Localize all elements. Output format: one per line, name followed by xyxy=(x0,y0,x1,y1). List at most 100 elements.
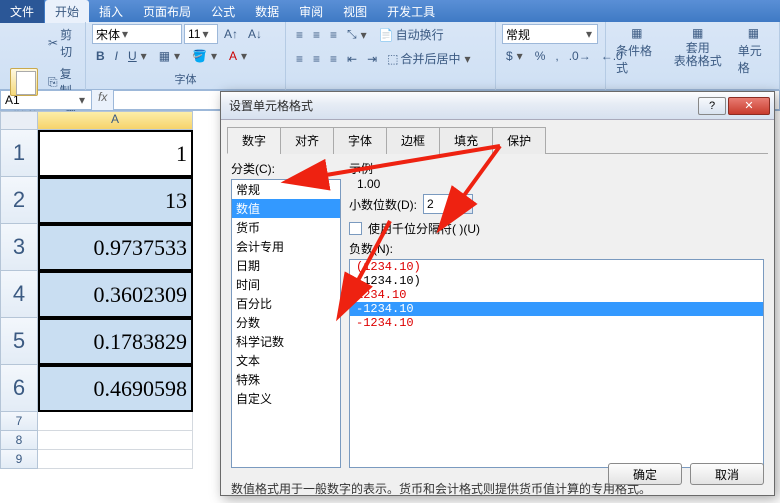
row-header[interactable]: 7 xyxy=(0,412,38,431)
category-item[interactable]: 文本 xyxy=(232,351,340,370)
shrink-font-button[interactable]: A↓ xyxy=(244,25,266,43)
cut-label: 剪切 xyxy=(60,26,77,60)
row-header[interactable]: 8 xyxy=(0,431,38,450)
align-bot-button[interactable]: ≡ xyxy=(326,26,341,44)
cond-format-button[interactable]: ▦条件格式 xyxy=(612,24,662,70)
cell[interactable]: 0.4690598 xyxy=(38,365,193,412)
cell[interactable]: 0.3602309 xyxy=(38,271,193,318)
cell-style-button[interactable]: ▦单元格 xyxy=(734,24,773,70)
bold-button[interactable]: B xyxy=(92,47,109,65)
cell[interactable]: 0.9737533 xyxy=(38,224,193,271)
neg-format-item[interactable]: (1234.10) xyxy=(350,260,763,274)
category-item[interactable]: 日期 xyxy=(232,256,340,275)
row-header[interactable]: 5 xyxy=(0,318,38,365)
category-item[interactable]: 数值 xyxy=(232,199,340,218)
currency-button[interactable]: $▾ xyxy=(502,47,529,65)
comma-button[interactable]: , xyxy=(551,47,562,65)
neg-listbox[interactable]: (1234.10)(1234.10)1234.10-1234.10-1234.1… xyxy=(349,259,764,468)
chevron-down-icon: ▾ xyxy=(120,27,130,41)
tab-layout[interactable]: 页面布局 xyxy=(133,0,201,23)
italic-button[interactable]: I xyxy=(111,47,122,65)
category-item[interactable]: 科学记数 xyxy=(232,332,340,351)
fill-color-button[interactable]: 🪣▾ xyxy=(188,47,223,65)
dialog-tab[interactable]: 数字 xyxy=(227,127,281,154)
tab-insert[interactable]: 插入 xyxy=(89,0,133,23)
category-item[interactable]: 百分比 xyxy=(232,294,340,313)
font-name-select[interactable]: 宋体▾ xyxy=(92,24,182,44)
tab-file[interactable]: 文件 xyxy=(0,0,45,23)
category-item[interactable]: 自定义 xyxy=(232,389,340,408)
merge-button[interactable]: ⬚ 合并后居中▾ xyxy=(383,48,476,69)
col-header-A[interactable]: A xyxy=(38,111,193,130)
dialog-tab[interactable]: 字体 xyxy=(333,127,387,154)
category-item[interactable]: 时间 xyxy=(232,275,340,294)
indent-dec-button[interactable]: ⇤ xyxy=(343,50,361,68)
wrap-button[interactable]: 📄 自动换行 xyxy=(375,24,448,45)
spin-down-button[interactable]: ▼ xyxy=(458,204,472,213)
row-header[interactable]: 9 xyxy=(0,450,38,469)
neg-format-item[interactable]: -1234.10 xyxy=(350,302,763,316)
thousands-checkbox[interactable] xyxy=(349,222,362,235)
cell[interactable] xyxy=(38,450,193,469)
orientation-button[interactable]: ⤡▾ xyxy=(343,25,373,44)
tab-view[interactable]: 视图 xyxy=(333,0,377,23)
category-item[interactable]: 常规 xyxy=(232,180,340,199)
cut-button[interactable]: ✂ 剪切 xyxy=(44,24,81,62)
category-listbox[interactable]: 常规数值货币会计专用日期时间百分比分数科学记数文本特殊自定义 xyxy=(231,179,341,468)
neg-format-item[interactable]: 1234.10 xyxy=(350,288,763,302)
row-header[interactable]: 4 xyxy=(0,271,38,318)
neg-format-item[interactable]: (1234.10) xyxy=(350,274,763,288)
help-button[interactable]: ? xyxy=(698,97,726,115)
underline-button[interactable]: U▾ xyxy=(124,47,153,65)
row-header[interactable]: 1 xyxy=(0,130,38,177)
tab-formula[interactable]: 公式 xyxy=(201,0,245,23)
dialog-tab[interactable]: 填充 xyxy=(439,127,493,154)
percent-button[interactable]: % xyxy=(531,47,550,65)
align-left-button[interactable]: ≡ xyxy=(292,50,307,68)
number-group-label xyxy=(502,75,599,88)
category-item[interactable]: 会计专用 xyxy=(232,237,340,256)
cell[interactable] xyxy=(38,431,193,450)
close-button[interactable]: ✕ xyxy=(728,97,770,115)
decimals-input[interactable] xyxy=(424,195,458,213)
font-size-select[interactable]: 11▾ xyxy=(184,24,218,44)
category-item[interactable]: 特殊 xyxy=(232,370,340,389)
align-top-button[interactable]: ≡ xyxy=(292,26,307,44)
cell[interactable]: 1 xyxy=(38,130,193,177)
cell[interactable]: 0.1783829 xyxy=(38,318,193,365)
indent-inc-button[interactable]: ⇥ xyxy=(363,50,381,68)
thousands-label: 使用千位分隔符( )(U) xyxy=(368,220,480,237)
align-right-button[interactable]: ≡ xyxy=(326,50,341,68)
grow-font-button[interactable]: A↑ xyxy=(220,25,242,43)
tab-data[interactable]: 数据 xyxy=(245,0,289,23)
tab-home[interactable]: 开始 xyxy=(45,0,89,23)
dialog-titlebar[interactable]: 设置单元格格式 ? ✕ xyxy=(221,92,774,120)
table-format-button[interactable]: ▦套用 表格格式 xyxy=(670,24,726,70)
cell[interactable]: 13 xyxy=(38,177,193,224)
format-cells-dialog: 设置单元格格式 ? ✕ 数字对齐字体边框填充保护 分类(C): 常规数值货币会计… xyxy=(220,91,775,496)
category-panel: 分类(C): 常规数值货币会计专用日期时间百分比分数科学记数文本特殊自定义 xyxy=(231,160,341,468)
align-mid-button[interactable]: ≡ xyxy=(309,26,324,44)
row-header[interactable]: 6 xyxy=(0,365,38,412)
category-item[interactable]: 货币 xyxy=(232,218,340,237)
inc-decimal-button[interactable]: .0→ xyxy=(565,47,595,65)
dialog-tab[interactable]: 边框 xyxy=(386,127,440,154)
row-header[interactable]: 2 xyxy=(0,177,38,224)
category-item[interactable]: 分数 xyxy=(232,313,340,332)
row-header[interactable]: 3 xyxy=(0,224,38,271)
cancel-button[interactable]: 取消 xyxy=(690,463,764,485)
fx-icon[interactable]: fx xyxy=(92,90,113,110)
number-format-select[interactable]: 常规▾ xyxy=(502,24,598,44)
cell[interactable] xyxy=(38,412,193,431)
tab-review[interactable]: 审阅 xyxy=(289,0,333,23)
ok-button[interactable]: 确定 xyxy=(608,463,682,485)
align-center-button[interactable]: ≡ xyxy=(309,50,324,68)
font-color-button[interactable]: A▾ xyxy=(225,47,253,65)
dialog-tab[interactable]: 对齐 xyxy=(280,127,334,154)
neg-format-item[interactable]: -1234.10 xyxy=(350,316,763,330)
border-button[interactable]: ▦▾ xyxy=(155,47,186,65)
dialog-tab[interactable]: 保护 xyxy=(492,127,546,154)
decimals-spinner[interactable]: ▲▼ xyxy=(423,194,473,214)
tab-dev[interactable]: 开发工具 xyxy=(377,0,445,23)
select-all-corner[interactable] xyxy=(0,111,38,130)
